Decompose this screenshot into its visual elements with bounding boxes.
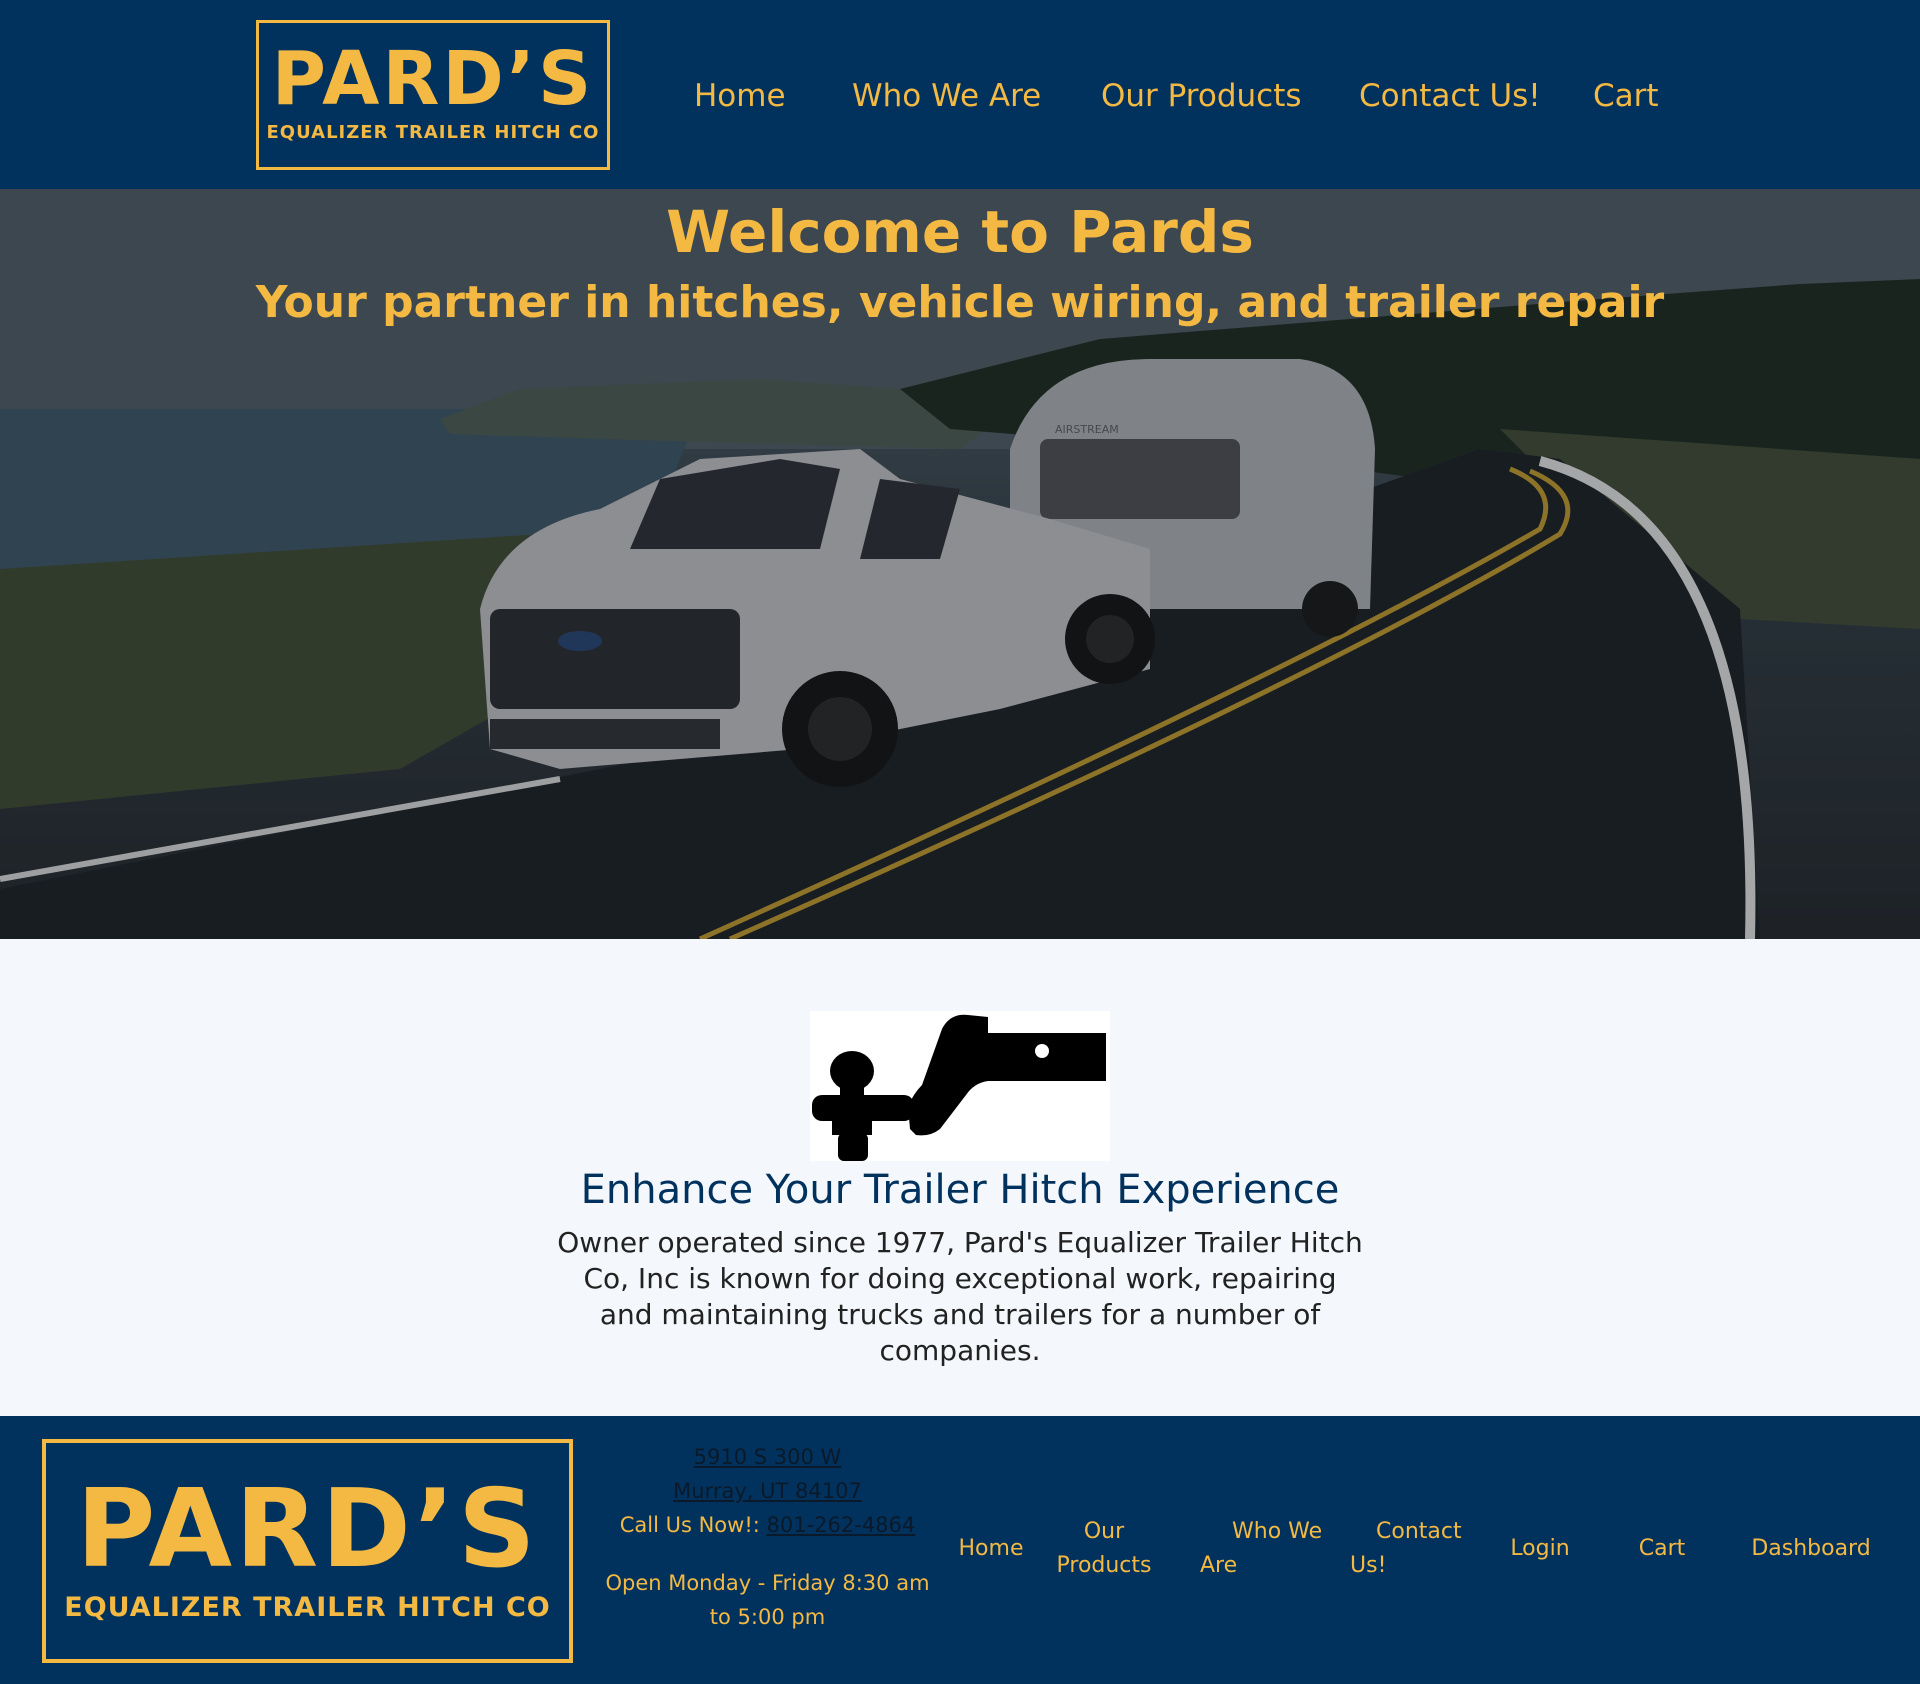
- hero-subtitle: Your partner in hitches, vehicle wiring,…: [255, 277, 1665, 328]
- nav-cart[interactable]: Cart: [1593, 76, 1659, 116]
- footer-nav-login[interactable]: Login: [1500, 1532, 1580, 1566]
- footer-logo-wordmark: PARD’S: [76, 1467, 539, 1592]
- call-label: Call Us Now!:: [619, 1513, 767, 1537]
- phone-link[interactable]: 801-262-4864: [767, 1513, 916, 1537]
- address-line2-link[interactable]: Murray, UT 84107: [673, 1479, 862, 1503]
- hero-title: Welcome to Pards: [666, 198, 1254, 266]
- footer-nav-who-we-are[interactable]: Who We Are: [1200, 1515, 1330, 1583]
- footer-nav-contact-us[interactable]: Contact Us!: [1350, 1515, 1466, 1583]
- footer-logo-tagline: EQUALIZER TRAILER HITCH CO: [64, 1592, 551, 1623]
- intro-section: Enhance Your Trailer Hitch Experience Ow…: [0, 939, 1920, 1416]
- address-line1-link[interactable]: 5910 S 300 W: [694, 1445, 842, 1469]
- business-hours: Open Monday - Friday 8:30 am to 5:00 pm: [605, 1571, 930, 1629]
- footer-nav-our-products[interactable]: Our Products: [1052, 1515, 1156, 1583]
- intro-heading: Enhance Your Trailer Hitch Experience: [580, 1167, 1340, 1213]
- site-header: PARD’S EQUALIZER TRAILER HITCH CO Home W…: [0, 0, 1920, 189]
- main-nav: Home Who We Are Our Products Contact Us!…: [0, 0, 1920, 189]
- footer-nav-dashboard[interactable]: Dashboard: [1748, 1532, 1874, 1566]
- nav-our-products[interactable]: Our Products: [1101, 76, 1302, 116]
- hero-banner: AIRSTREAM Welcome to Pards Your partner …: [0, 189, 1920, 939]
- intro-body: Owner operated since 1977, Pard's Equali…: [557, 1226, 1363, 1367]
- footer-logo[interactable]: PARD’S EQUALIZER TRAILER HITCH CO: [42, 1439, 573, 1663]
- site-footer: PARD’S EQUALIZER TRAILER HITCH CO 5910 S…: [0, 1416, 1920, 1684]
- footer-contact-info: 5910 S 300 W Murray, UT 84107 Call Us No…: [600, 1440, 935, 1634]
- nav-who-we-are[interactable]: Who We Are: [852, 76, 1041, 116]
- footer-nav-cart[interactable]: Cart: [1630, 1532, 1694, 1566]
- nav-contact-us[interactable]: Contact Us!: [1359, 76, 1541, 116]
- trailer-hitch-icon: [810, 1011, 1110, 1161]
- nav-home[interactable]: Home: [694, 76, 786, 116]
- footer-nav-home[interactable]: Home: [948, 1532, 1034, 1566]
